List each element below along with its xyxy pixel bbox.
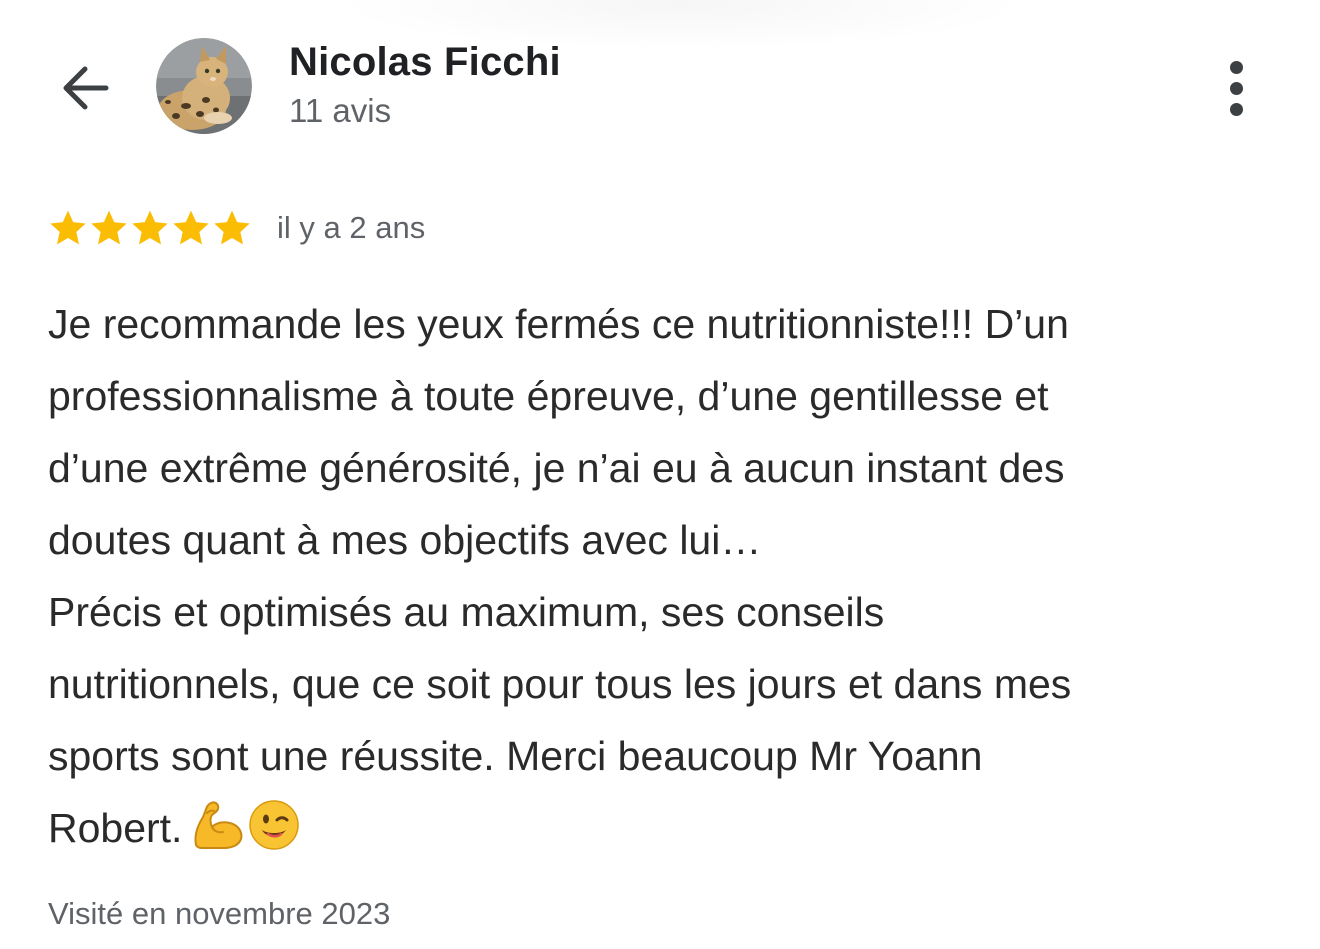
visit-date: Visité en novembre 2023: [48, 896, 391, 931]
more-vert-icon-dot: [1229, 81, 1243, 95]
emoji-group: [190, 799, 302, 873]
review-line: nutritionnels, que ce soit pour tous les…: [48, 661, 1072, 707]
avatar[interactable]: [156, 38, 252, 134]
star-icon: [50, 210, 86, 245]
more-vert-icon: [1229, 60, 1243, 74]
reviewer-name[interactable]: Nicolas Ficchi: [289, 40, 561, 85]
rating-row: il y a 2 ans: [48, 206, 425, 250]
star-icon: [173, 210, 209, 245]
review-line: d’une extrême générosité, je n’ai eu à a…: [48, 445, 1065, 491]
review-line: doutes quant à mes objectifs avec lui…: [48, 517, 762, 563]
cat-avatar-image: [156, 38, 252, 134]
star-icon: [214, 210, 250, 245]
winking-face-icon: [249, 800, 300, 850]
star-icon: [91, 210, 127, 245]
review-date: il y a 2 ans: [277, 210, 426, 245]
review-line: Précis et optimisés au maximum, ses cons…: [48, 589, 885, 635]
review-last-line: Robert.: [48, 792, 1278, 873]
star-rating: [48, 208, 253, 248]
more-vert-icon-dot: [1229, 102, 1243, 116]
review-text: Je recommande les yeux fermés ce nutriti…: [48, 288, 1278, 873]
more-options-button[interactable]: [1212, 56, 1260, 120]
review-line: Je recommande les yeux fermés ce nutriti…: [48, 301, 1069, 347]
back-button[interactable]: [52, 56, 116, 120]
review-line: professionnalisme à toute épreuve, d’une…: [48, 373, 1049, 419]
arrow-back-icon: [63, 66, 109, 110]
review-page: Nicolas Ficchi 11 avis il y a 2 ans Je r…: [0, 0, 1320, 949]
review-count: 11 avis: [289, 92, 392, 129]
review-line: Robert.: [48, 805, 183, 851]
star-icon: [132, 210, 168, 245]
review-line: sports sont une réussite. Merci beaucoup…: [48, 733, 983, 779]
flexed-biceps-icon: [194, 801, 243, 849]
